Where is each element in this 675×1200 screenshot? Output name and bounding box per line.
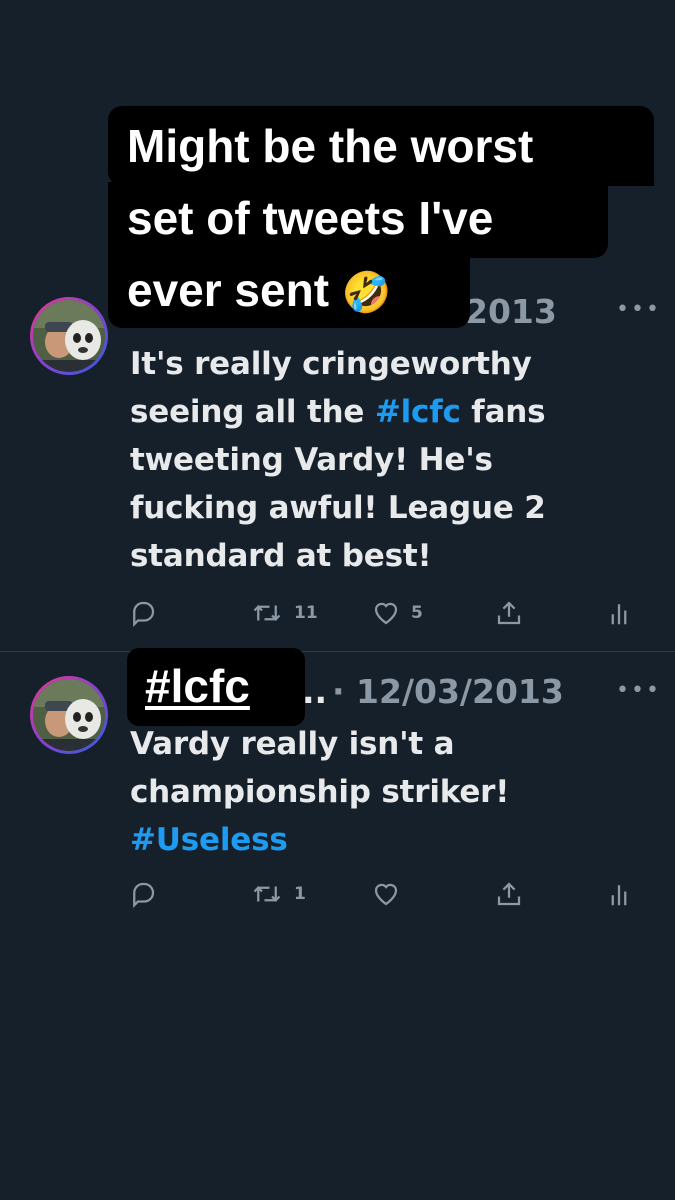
- retweet-button[interactable]: 1: [250, 877, 306, 911]
- analytics-button[interactable]: [608, 596, 630, 630]
- retweet-icon: [253, 605, 281, 621]
- caption-line-1: Might be the worst: [108, 106, 654, 186]
- rolling-laughing-emoji-icon: 🤣: [341, 271, 392, 315]
- tweet-name-truncated: ..: [302, 672, 328, 711]
- tweet-actions: 11 5: [128, 596, 638, 630]
- avatar-image: [33, 679, 105, 751]
- avatar-image: [33, 300, 105, 372]
- caption-text-3: ever sent 🤣: [127, 260, 392, 323]
- tweet-text: Vardy really isn't a championship strike…: [130, 720, 600, 864]
- reply-button[interactable]: [128, 596, 158, 630]
- avatar[interactable]: [30, 297, 108, 375]
- more-horizontal-icon[interactable]: •••: [616, 678, 661, 703]
- tweet-date[interactable]: · 12/03/2013: [332, 672, 564, 711]
- hashtag-link[interactable]: #lcfc: [375, 394, 461, 430]
- heart-icon: [374, 883, 398, 906]
- share-button[interactable]: [494, 877, 524, 911]
- retweet-icon: [253, 886, 281, 902]
- like-count: 5: [411, 603, 423, 623]
- avatar[interactable]: [30, 676, 108, 754]
- reply-icon: [133, 601, 155, 627]
- divider: [0, 651, 675, 652]
- share-button[interactable]: [494, 596, 524, 630]
- analytics-button[interactable]: [608, 877, 630, 911]
- reply-button[interactable]: [128, 877, 158, 911]
- caption-text-3-words: ever sent: [127, 264, 330, 316]
- reply-icon: [133, 882, 155, 908]
- heart-icon: [374, 602, 398, 625]
- share-icon: [497, 882, 521, 906]
- retweet-count: 1: [294, 884, 306, 904]
- caption-text-2: set of tweets I've: [127, 192, 494, 244]
- tweet-text: It's really cringeworthy seeing all the …: [130, 340, 600, 580]
- retweet-button[interactable]: 11: [250, 596, 318, 630]
- analytics-icon: [611, 885, 627, 906]
- hashtag-sticker: #lcfc: [127, 648, 305, 726]
- hashtag-sticker-text: #lcfc: [145, 660, 250, 712]
- like-button[interactable]: 5: [371, 596, 423, 630]
- like-button[interactable]: [371, 877, 401, 911]
- caption-line-3: ever sent 🤣: [108, 254, 470, 328]
- caption-line-2: set of tweets I've: [108, 182, 608, 258]
- tweet-actions: 1: [128, 877, 638, 911]
- hashtag-link[interactable]: #Useless: [130, 822, 288, 858]
- retweet-count: 11: [294, 603, 318, 623]
- share-icon: [497, 601, 521, 625]
- tweet-text-part: Vardy really isn't a championship strike…: [130, 726, 510, 810]
- more-horizontal-icon[interactable]: •••: [616, 297, 661, 322]
- tweet-date[interactable]: 2013: [465, 292, 557, 331]
- caption-text-1: Might be the worst: [127, 120, 534, 172]
- analytics-icon: [611, 604, 627, 625]
